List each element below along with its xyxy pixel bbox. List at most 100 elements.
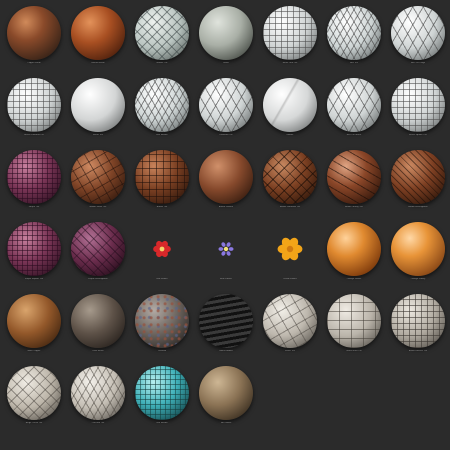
material-preview [199,222,253,276]
material-tile[interactable]: Chevron Tile [68,362,128,434]
material-caption: Brown Glossy Tile [345,206,363,208]
material-preview [263,222,317,276]
material-tile[interactable]: Stone Tile [260,290,320,362]
material-preview [199,6,253,60]
material-tile[interactable]: Basket Weave Tile [388,290,448,362]
material-tile[interactable]: Hex Tile Large [388,2,448,74]
material-preview [263,6,317,60]
material-caption: Rusted Metal [91,62,105,64]
material-tile[interactable]: Orange Glossy [388,218,448,290]
material-tile[interactable]: Dark Metal [68,290,128,362]
material-tile[interactable]: Hex Mosaic [132,74,192,146]
material-caption: Brown Tile [156,206,168,208]
material-tile[interactable]: Brown Tile [132,146,192,218]
material-tile[interactable]: Orange Plastic [324,218,384,290]
material-preview [263,78,317,132]
material-preview [327,294,381,348]
material-preview [7,150,61,204]
material-preview [263,150,317,204]
material-caption: Worn Copper [27,350,41,352]
material-caption: Tan Plaster [220,422,232,424]
material-preview [327,222,381,276]
material-tile[interactable]: Beige Check Tile [4,362,64,434]
material-tile[interactable]: Tan Plaster [196,362,256,434]
material-preview [327,78,381,132]
material-caption: Hex Tile White [346,134,362,136]
material-tile[interactable]: Brown Diamond Tile [260,146,320,218]
material-caption: Orange Glossy [410,278,426,280]
material-preview [135,366,189,420]
material-tile[interactable]: Purple Square Tile [4,218,64,290]
material-preview [71,150,125,204]
material-preview [263,294,317,348]
material-caption: Marble Tile [156,62,168,64]
material-tile[interactable]: Stone [196,2,256,74]
material-preview [71,294,125,348]
material-caption: Purple Square Tile [24,278,44,280]
material-caption: Dark Metal [92,350,104,352]
material-preview [135,294,189,348]
material-preview [7,78,61,132]
material-caption: Brown Diamond Tile [279,206,301,208]
material-preview [391,6,445,60]
material-tile[interactable]: Stone Brick Tile [324,290,384,362]
material-tile[interactable]: Rusted Metal [68,2,128,74]
material-tile[interactable]: White Tile [68,74,128,146]
material-preview [7,294,61,348]
material-caption: Stone Brick Tile [346,350,362,352]
material-caption: Marble [286,134,294,136]
material-tile[interactable]: Black Ribbed [196,290,256,362]
material-caption: Beige Check Tile [25,422,43,424]
material-preview [199,78,253,132]
material-tile[interactable]: Brown Stone Tile [68,146,128,218]
material-preview [71,78,125,132]
material-caption: Blue Flower [220,278,232,280]
material-caption: Terrazzo [157,350,167,352]
material-tile[interactable]: Marble Tile [132,2,192,74]
material-tile[interactable]: Copper Metal [4,2,64,74]
material-preview [327,6,381,60]
material-tile[interactable]: Terrazzo [132,290,192,362]
material-caption: Chevron Tile [91,422,105,424]
material-tile[interactable]: Marble [260,74,320,146]
material-tile[interactable]: White Grid Tile [260,2,320,74]
material-caption: Copper Metal [27,62,41,64]
material-tile[interactable]: White Diamond Tile [4,74,64,146]
material-tile[interactable]: Teal Mosaic [132,362,192,434]
material-tile[interactable]: Brown Glossy Tile [324,146,384,218]
material-caption: Basket Weave Tile [408,350,428,352]
material-caption: Black Ribbed [219,350,233,352]
material-tile[interactable]: Hex Tile [324,2,384,74]
material-tile[interactable]: Purple Tile [4,146,64,218]
material-tile[interactable]: Brown Herringbone [388,146,448,218]
material-tile[interactable]: Red Flower [132,218,192,290]
material-tile[interactable]: Brown Granite [196,146,256,218]
material-tile[interactable]: Diamond Tile [196,74,256,146]
material-preview [71,222,125,276]
material-tile[interactable]: Blue Flower [196,218,256,290]
material-caption: Stone Tile [285,350,295,352]
material-tile[interactable]: Yellow Flower [260,218,320,290]
material-preview [135,222,189,276]
material-tile[interactable]: Hex Tile White [324,74,384,146]
material-tile[interactable]: Purple Herringbone [68,218,128,290]
material-preview [327,150,381,204]
material-caption: Orange Plastic [346,278,362,280]
material-caption: Hex Mosaic [156,134,168,136]
material-caption: Brown Herringbone [408,206,428,208]
material-caption: White Square Tile [409,134,427,136]
material-tile[interactable]: White Square Tile [388,74,448,146]
material-preview [135,78,189,132]
material-preview [71,366,125,420]
material-preview [199,150,253,204]
material-caption: Hex Tile [349,62,359,64]
material-caption: Brown Granite [218,206,234,208]
material-caption: Hex Tile Large [410,62,426,64]
material-caption: Diamond Tile [219,134,233,136]
material-preview [7,6,61,60]
material-preview [135,6,189,60]
material-preview [7,222,61,276]
material-caption: Stone [223,62,229,64]
material-tile[interactable]: Worn Copper [4,290,64,362]
material-caption: Purple Tile [28,206,40,208]
